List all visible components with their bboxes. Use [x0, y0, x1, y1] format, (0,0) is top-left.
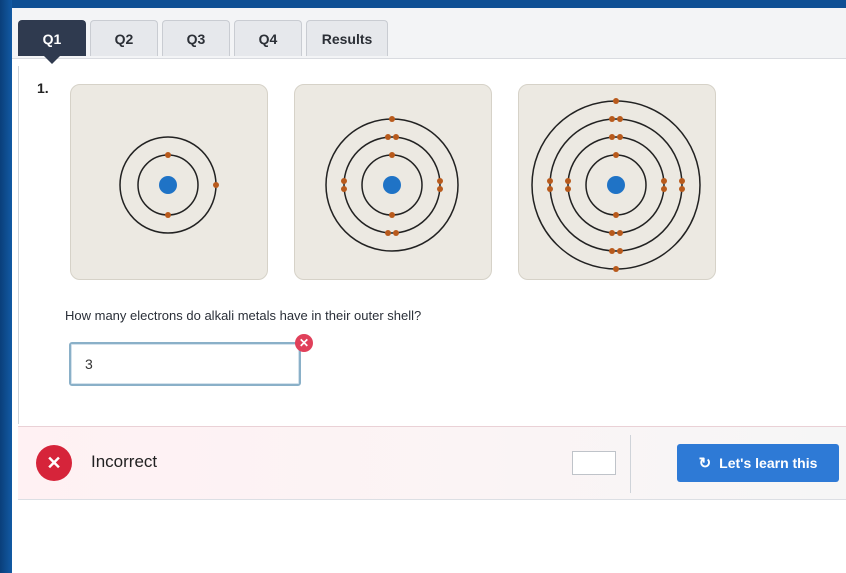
close-icon: ✕ — [295, 334, 313, 352]
quiz-page: Q1 Q2 Q3 Q4 Results 1. How many electron… — [12, 8, 846, 573]
refresh-icon: ↻ — [698, 455, 712, 472]
electron — [437, 186, 443, 192]
electron — [679, 178, 685, 184]
nucleus-icon — [159, 176, 177, 194]
electron — [341, 186, 347, 192]
tab-q3[interactable]: Q3 — [162, 20, 230, 56]
lets-learn-button[interactable]: ↻ Let's learn this — [677, 444, 839, 482]
electron — [213, 182, 219, 188]
electron — [609, 134, 615, 140]
electron — [609, 248, 615, 254]
electron — [393, 134, 399, 140]
feedback-bar: ✕ Incorrect ↻ Let's learn this — [18, 426, 846, 500]
electron — [661, 186, 667, 192]
electron — [565, 186, 571, 192]
electron — [165, 152, 171, 158]
question-text: How many electrons do alkali metals have… — [65, 308, 422, 323]
electron — [389, 212, 395, 218]
electron — [617, 134, 623, 140]
atom-svg-3 — [531, 98, 701, 272]
tab-q2[interactable]: Q2 — [90, 20, 158, 56]
question-panel: 1. How many electrons do alkali metals h… — [18, 66, 846, 424]
electron — [617, 116, 623, 122]
electron — [609, 116, 615, 122]
electron — [389, 152, 395, 158]
question-number: 1. — [37, 80, 49, 96]
atom-svg-2 — [325, 116, 459, 252]
electron — [547, 186, 553, 192]
electron — [661, 178, 667, 184]
electron — [437, 178, 443, 184]
feedback-divider — [630, 435, 631, 493]
electron — [613, 152, 619, 158]
electron — [547, 178, 553, 184]
tab-results[interactable]: Results — [306, 20, 388, 56]
answer-input[interactable]: 3 — [69, 342, 301, 386]
electron — [613, 98, 619, 104]
close-icon: ✕ — [36, 445, 72, 481]
tab-q4[interactable]: Q4 — [234, 20, 302, 56]
electron — [341, 178, 347, 184]
lets-learn-label: Let's learn this — [719, 455, 818, 471]
atom-diagram-3 — [518, 84, 716, 280]
electron — [389, 116, 395, 122]
electron — [613, 266, 619, 272]
atom-diagram-2 — [294, 84, 492, 280]
electron — [617, 230, 623, 236]
electron — [617, 248, 623, 254]
electron — [385, 134, 391, 140]
electron — [565, 178, 571, 184]
electron — [393, 230, 399, 236]
feedback-status: Incorrect — [91, 452, 158, 471]
electron — [679, 186, 685, 192]
nucleus-icon — [383, 176, 401, 194]
electron — [613, 212, 619, 218]
nucleus-icon — [607, 176, 625, 194]
atom-diagram-1 — [70, 84, 268, 280]
tab-bar: Q1 Q2 Q3 Q4 Results — [12, 8, 846, 64]
feedback-placeholder-box — [572, 451, 616, 475]
tab-q1[interactable]: Q1 — [18, 20, 86, 64]
electron — [609, 230, 615, 236]
window-frame — [0, 0, 12, 573]
electron — [165, 212, 171, 218]
electron — [385, 230, 391, 236]
atom-svg-1 — [119, 136, 219, 234]
